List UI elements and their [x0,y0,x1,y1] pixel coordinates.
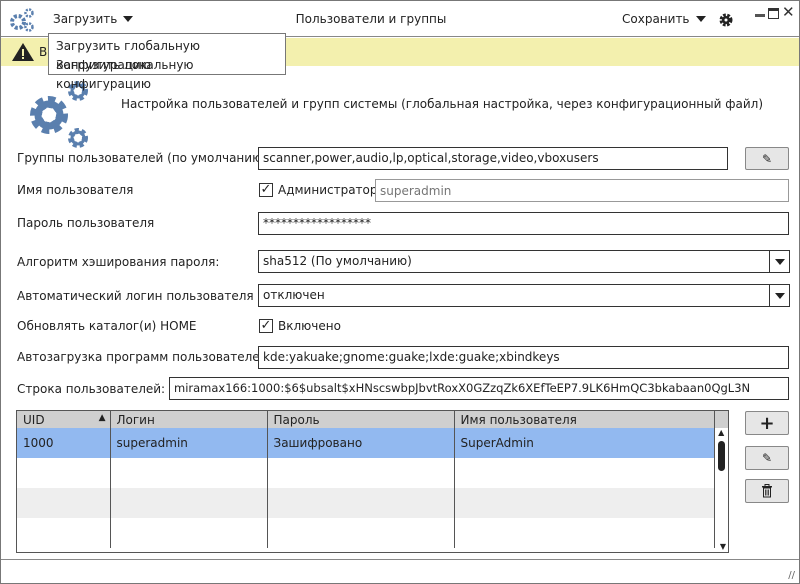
cell-uid: 1000 [17,428,111,458]
delete-user-button[interactable] [745,479,789,503]
autologin-select[interactable]: отключен [258,284,790,307]
scroll-down-icon[interactable]: ▼ [720,542,726,551]
status-bar-divider [1,559,799,560]
home-label: Обновлять каталог(и) HOME [17,319,197,333]
column-header-fullname[interactable]: Имя пользователя [454,411,715,428]
menu-item-load-local[interactable]: Загрузить локальную конфигурацию [49,56,285,91]
load-dropdown-menu: Загрузить глобальную конфигурацию Загруз… [48,33,286,91]
password-label: Пароль пользователя [17,216,155,230]
groups-input[interactable]: scanner,power,audio,lp,optical,storage,v… [258,147,728,170]
banner-text: В [39,45,48,59]
hash-select[interactable]: sha512 (По умолчанию) [258,250,790,273]
username-label: Имя пользователя [17,183,134,197]
admin-checkbox-label: Администратор [278,183,378,197]
add-user-button[interactable]: + [745,411,789,435]
menu-item-load-global[interactable]: Загрузить глобальную конфигурацию [49,37,285,72]
column-header-password[interactable]: Пароль [267,411,455,428]
username-input[interactable] [375,179,789,202]
autologin-value: отключен [263,288,325,302]
save-menu-label: Сохранить [622,12,690,26]
admin-checkbox[interactable]: ✓ Администратор [259,183,378,197]
chevron-down-icon [769,285,789,306]
column-header-login[interactable]: Логин [110,411,268,428]
table-row [17,518,728,548]
chevron-down-icon [695,16,706,22]
autostart-input[interactable]: kde:yakuake;gnome:guake;lxde:guake;xbind… [258,346,789,369]
users-table: UID ▲ Логин Пароль Имя пользователя 1000 … [16,410,729,553]
cell-password: Зашифровано [267,428,455,458]
chevron-down-icon [769,251,789,272]
password-input[interactable]: ****************** [258,212,789,235]
trash-icon [762,484,772,498]
save-menu-button[interactable]: Сохранить [622,12,706,26]
column-header-uid[interactable]: UID ▲ [17,411,111,428]
edit-user-button[interactable]: ✎ [745,446,789,470]
edit-icon: ✎ [761,151,773,166]
plus-icon: + [759,412,775,434]
table-row[interactable]: 1000 superadmin Зашифровано SuperAdmin ▲ [17,428,728,548]
maximize-button[interactable] [768,8,779,19]
table-header: UID ▲ Логин Пароль Имя пользователя [17,411,728,428]
home-checkbox-label: Включено [278,319,341,333]
table-row [17,488,728,518]
autostart-label: Автозагрузка программ пользователей [17,350,268,364]
sort-ascending-icon: ▲ [98,412,106,423]
userstring-input[interactable]: miramax166:1000:$6$ubsalt$xHNscswbpJbvtR… [169,377,789,400]
table-scrollbar[interactable]: ▲ [714,428,728,548]
scroll-up-icon[interactable]: ▲ [715,428,729,437]
home-checkbox[interactable]: ✓ Включено [259,319,341,333]
resize-grip-icon[interactable]: // [788,570,795,581]
autologin-label: Автоматический логин пользователя [17,289,254,303]
edit-icon: ✎ [761,451,773,465]
main-window: Загрузить Пользователи и группы Сохранит… [0,0,800,584]
table-row [17,458,728,488]
hash-value: sha512 (По умолчанию) [263,254,412,268]
warning-icon [12,43,34,61]
groups-label: Группы пользователей (по умолчанию) [17,151,267,165]
page-title: Настройка пользователей и групп системы … [121,97,763,111]
checkbox-checked-icon: ✓ [259,318,273,333]
cell-fullname: SuperAdmin [454,428,715,458]
scrollbar-thumb[interactable] [717,441,725,471]
checkbox-checked-icon: ✓ [259,182,273,197]
gear-icon[interactable] [719,13,733,27]
minimize-button[interactable] [755,14,765,17]
close-button[interactable]: ✕ [782,3,795,21]
title-bar: Загрузить Пользователи и группы Сохранит… [1,1,799,37]
cell-login: superadmin [110,428,268,458]
hash-label: Алгоритм хэширования пароля: [17,255,220,269]
edit-groups-button[interactable]: ✎ [745,147,789,170]
userstring-label: Строка пользователей: [17,382,166,396]
